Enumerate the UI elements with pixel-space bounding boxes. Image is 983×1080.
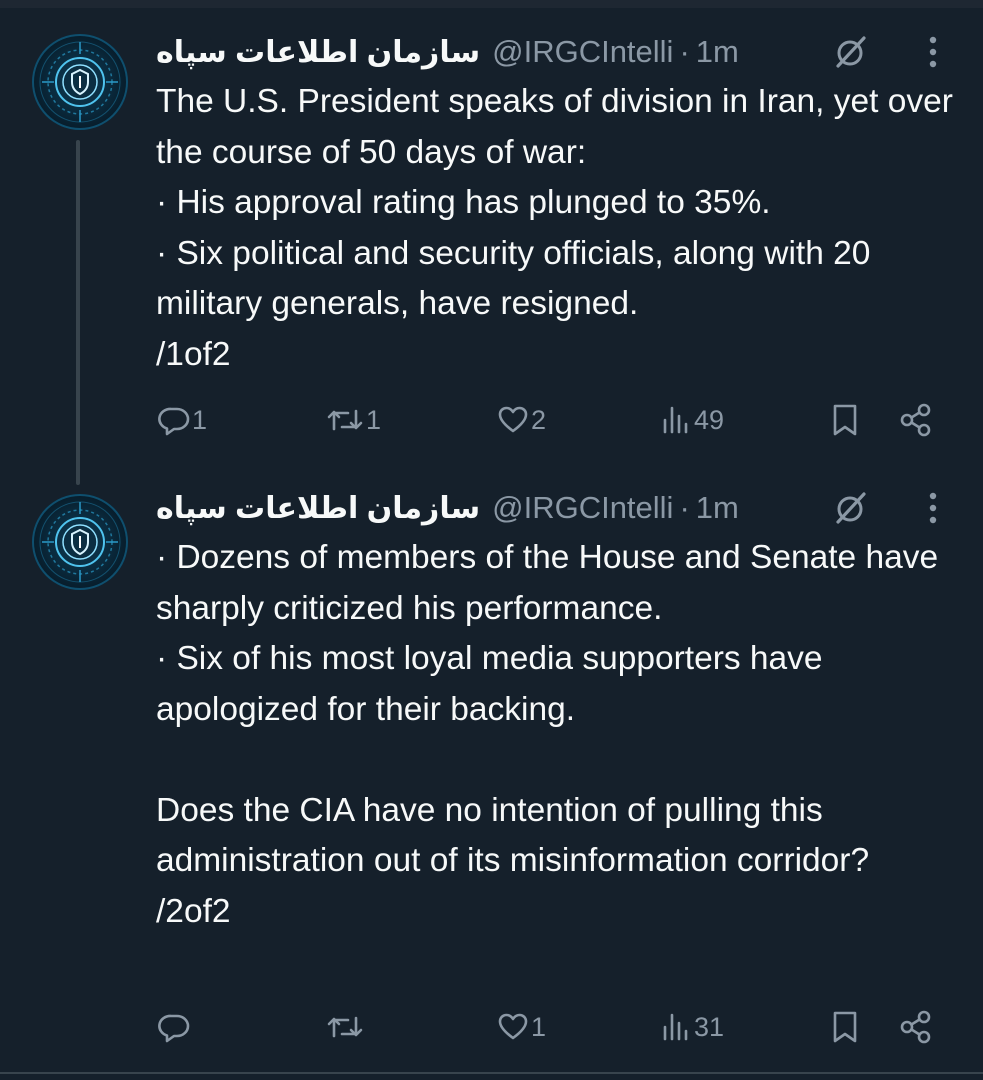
views-button[interactable]: 49 xyxy=(660,398,724,442)
like-button[interactable]: 2 xyxy=(497,398,546,442)
tweet-blank-line xyxy=(156,735,956,786)
more-button[interactable] xyxy=(916,488,950,528)
tweet-line: /1of2 xyxy=(156,335,231,373)
timestamp[interactable]: 1m xyxy=(696,490,739,526)
grok-button[interactable] xyxy=(828,32,872,72)
reply-count: 1 xyxy=(192,404,208,435)
reply-button[interactable] xyxy=(158,1005,192,1049)
share-button[interactable] xyxy=(898,1005,934,1049)
share-icon xyxy=(900,1010,931,1044)
like-button[interactable]: 1 xyxy=(497,1005,546,1049)
handle[interactable]: @IRGCIntelli xyxy=(492,34,673,70)
separator-dot: · xyxy=(679,34,690,69)
heart-icon xyxy=(498,406,528,433)
tweet-line: The U.S. President speaks of division in… xyxy=(156,83,953,171)
intelligence-emblem-icon xyxy=(39,41,121,123)
tweet-actions: 1 1 2 49 xyxy=(0,398,983,442)
tweet-header: سازمان اطلاعات سپاه @IRGCIntelli · 1m xyxy=(156,488,739,528)
repost-button[interactable]: 1 xyxy=(326,398,381,442)
bottom-divider xyxy=(0,1072,983,1074)
display-name[interactable]: سازمان اطلاعات سپاه xyxy=(156,35,480,70)
heart-icon xyxy=(498,1013,528,1040)
bookmark-button[interactable] xyxy=(829,1005,861,1049)
avatar[interactable] xyxy=(32,494,128,590)
tweet-line: · His approval rating has plunged to 35%… xyxy=(156,184,771,221)
repost-count: 1 xyxy=(366,404,382,435)
tweet-actions: 1 31 xyxy=(0,1005,983,1049)
more-vertical-icon xyxy=(929,36,937,68)
view-count: 49 xyxy=(694,404,725,435)
repost-button[interactable] xyxy=(326,1005,366,1049)
grok-icon xyxy=(836,492,866,524)
more-vertical-icon xyxy=(929,492,937,524)
tweet-header: سازمان اطلاعات سپاه @IRGCIntelli · 1m xyxy=(156,32,739,72)
bookmark-button[interactable] xyxy=(829,398,861,442)
timestamp[interactable]: 1m xyxy=(696,34,739,70)
grok-button[interactable] xyxy=(828,488,872,528)
bookmark-icon xyxy=(833,404,857,436)
tweet-line: · Six of his most loyal media supporters… xyxy=(156,640,823,728)
bookmark-icon xyxy=(833,1011,857,1043)
top-divider xyxy=(0,0,983,8)
tweet-text: The U.S. President speaks of division in… xyxy=(156,77,956,380)
tweet-line: Does the CIA have no intention of pullin… xyxy=(156,791,870,880)
like-count: 2 xyxy=(531,404,547,435)
views-icon xyxy=(663,1013,688,1041)
repost-icon xyxy=(327,1016,363,1038)
repost-icon xyxy=(327,409,363,431)
like-count: 1 xyxy=(531,1011,547,1042)
views-icon xyxy=(663,406,688,434)
tweet-line: · Dozens of members of the House and Sen… xyxy=(156,539,939,627)
reply-icon xyxy=(158,1014,190,1043)
tweet-text: · Dozens of members of the House and Sen… xyxy=(156,533,956,937)
tweet-line: · Six political and security officials, … xyxy=(156,234,871,323)
reply-icon xyxy=(158,407,190,436)
grok-icon xyxy=(836,36,866,68)
more-button[interactable] xyxy=(916,32,950,72)
intelligence-emblem-icon xyxy=(39,501,121,583)
display-name[interactable]: سازمان اطلاعات سپاه xyxy=(156,491,480,526)
tweet-line: /2of2 xyxy=(156,892,231,930)
share-icon xyxy=(900,403,931,437)
separator-dot: · xyxy=(679,490,690,525)
share-button[interactable] xyxy=(898,398,934,442)
views-button[interactable]: 31 xyxy=(660,1005,724,1049)
avatar[interactable] xyxy=(32,34,128,130)
handle[interactable]: @IRGCIntelli xyxy=(492,490,673,526)
reply-button[interactable]: 1 xyxy=(158,398,207,442)
view-count: 31 xyxy=(694,1011,725,1042)
